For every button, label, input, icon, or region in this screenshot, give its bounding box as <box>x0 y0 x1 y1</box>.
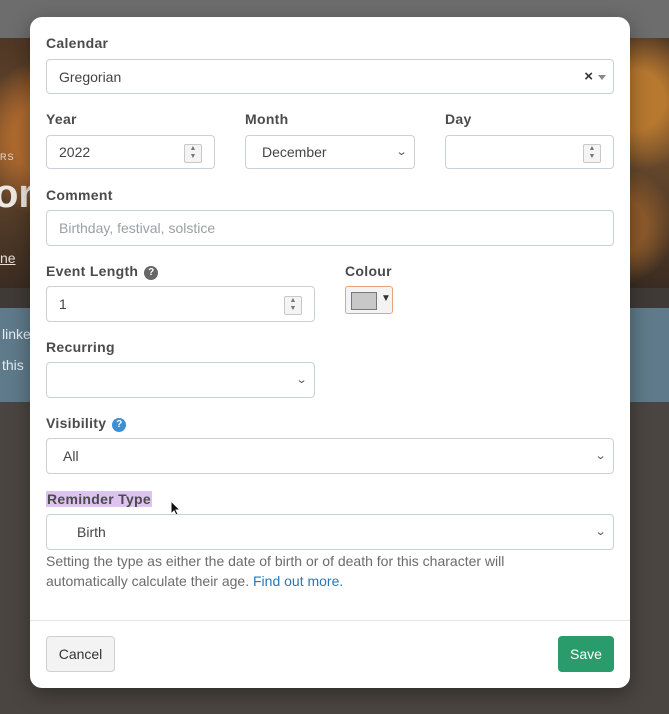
calendar-label: Calendar <box>46 35 109 51</box>
calendar-value: Gregorian <box>59 68 122 85</box>
chevron-down-icon: ⌄ <box>295 374 308 386</box>
year-label: Year <box>46 111 77 127</box>
reminder-type-value: Birth <box>77 524 106 540</box>
find-out-more-link[interactable]: Find out more. <box>253 573 343 589</box>
chevron-down-icon: ⌄ <box>594 450 607 462</box>
comment-label: Comment <box>46 187 113 203</box>
day-label: Day <box>445 111 472 127</box>
backdrop-hero-caption: RS <box>0 152 15 162</box>
backdrop-hero-link: ne <box>0 250 16 266</box>
year-stepper-icon[interactable]: ▲ ▼ <box>184 144 202 163</box>
reminder-type-select[interactable]: Birth ⌄ <box>46 514 614 550</box>
backdrop-hero-title: or <box>0 172 34 216</box>
caret-down-icon: ▼ <box>381 293 391 304</box>
chevron-down-icon: ⌄ <box>594 526 607 538</box>
event-length-stepper-icon[interactable]: ▲ ▼ <box>284 296 302 315</box>
day-stepper-icon[interactable]: ▲ ▼ <box>583 144 601 163</box>
event-length-label: Event Length? <box>46 263 159 280</box>
visibility-select[interactable]: All ⌄ <box>46 438 614 474</box>
save-button[interactable]: Save <box>558 636 614 672</box>
colour-swatch <box>351 292 377 310</box>
colour-picker[interactable]: ▼ <box>345 286 393 314</box>
event-length-label-text: Event Length <box>46 263 139 279</box>
year-value: 2022 <box>59 144 91 160</box>
question-icon[interactable]: ? <box>112 418 127 432</box>
month-select[interactable]: December ⌄ <box>245 135 415 169</box>
month-value: December <box>262 144 327 160</box>
caret-down-icon[interactable] <box>598 75 606 80</box>
footer-divider <box>30 620 630 621</box>
visibility-value: All <box>63 448 79 464</box>
reminder-type-label: Reminder Type <box>46 491 152 507</box>
comment-placeholder: Birthday, festival, solstice <box>59 220 216 236</box>
reminder-type-help: Setting the type as either the date of b… <box>46 551 586 591</box>
recurring-select[interactable]: ⌄ <box>46 362 315 398</box>
question-icon[interactable]: ? <box>144 266 159 280</box>
backdrop-alert-text: linke <box>2 326 31 342</box>
backdrop-alert-text: this <box>2 357 24 373</box>
event-length-value: 1 <box>59 296 67 312</box>
calendar-select[interactable]: Gregorian × <box>46 59 614 94</box>
month-label: Month <box>245 111 289 127</box>
colour-label: Colour <box>345 263 392 279</box>
year-input[interactable]: 2022 ▲ ▼ <box>46 135 215 169</box>
reminder-dialog: Calendar Gregorian × Year 2022 ▲ ▼ Month … <box>30 17 630 688</box>
cancel-button[interactable]: Cancel <box>46 636 115 672</box>
chevron-down-icon: ⌄ <box>395 146 408 158</box>
recurring-label: Recurring <box>46 339 115 355</box>
day-input[interactable]: ▲ ▼ <box>445 135 614 169</box>
visibility-label-text: Visibility <box>46 415 107 431</box>
comment-input[interactable]: Birthday, festival, solstice <box>46 210 614 246</box>
clear-icon[interactable]: × <box>584 68 593 85</box>
visibility-label: Visibility? <box>46 415 127 432</box>
event-length-input[interactable]: 1 ▲ ▼ <box>46 286 315 322</box>
